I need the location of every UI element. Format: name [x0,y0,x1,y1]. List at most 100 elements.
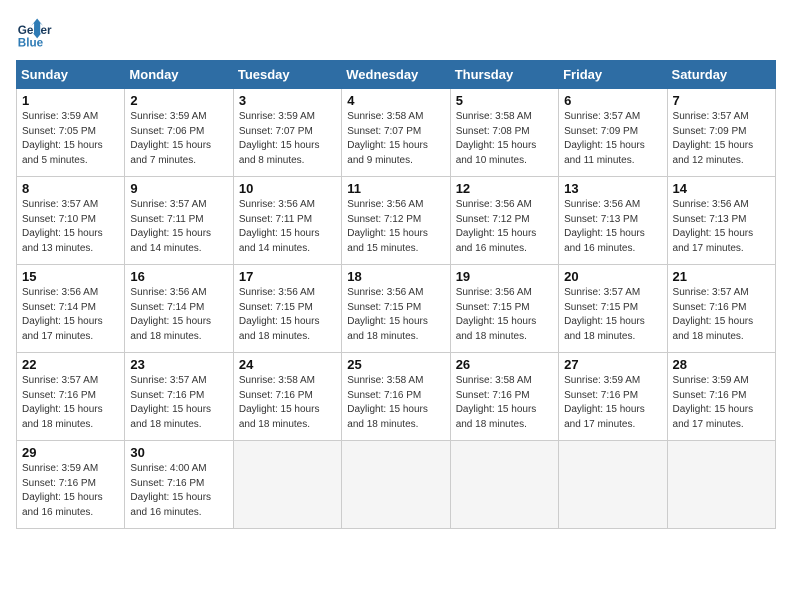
calendar-cell: 25 Sunrise: 3:58 AM Sunset: 7:16 PM Dayl… [342,353,450,441]
day-info: Sunrise: 3:59 AM Sunset: 7:16 PM Dayligh… [22,462,119,520]
day-info: Sunrise: 3:58 AM Sunset: 7:07 PM Dayligh… [347,110,444,168]
logo-icon: General Blue [16,16,52,52]
day-number: 2 [130,93,227,108]
day-info: Sunrise: 3:56 AM Sunset: 7:14 PM Dayligh… [130,286,227,344]
calendar-cell: 24 Sunrise: 3:58 AM Sunset: 7:16 PM Dayl… [233,353,341,441]
day-info: Sunrise: 3:57 AM Sunset: 7:15 PM Dayligh… [564,286,661,344]
day-number: 16 [130,269,227,284]
day-info: Sunrise: 4:00 AM Sunset: 7:16 PM Dayligh… [130,462,227,520]
day-number: 22 [22,357,119,372]
calendar-cell: 9 Sunrise: 3:57 AM Sunset: 7:11 PM Dayli… [125,177,233,265]
day-number: 21 [673,269,770,284]
day-info: Sunrise: 3:56 AM Sunset: 7:12 PM Dayligh… [347,198,444,256]
day-info: Sunrise: 3:56 AM Sunset: 7:14 PM Dayligh… [22,286,119,344]
day-info: Sunrise: 3:59 AM Sunset: 7:16 PM Dayligh… [673,374,770,432]
day-number: 30 [130,445,227,460]
day-info: Sunrise: 3:57 AM Sunset: 7:10 PM Dayligh… [22,198,119,256]
day-number: 27 [564,357,661,372]
day-info: Sunrise: 3:58 AM Sunset: 7:16 PM Dayligh… [239,374,336,432]
day-number: 10 [239,181,336,196]
calendar-cell: 5 Sunrise: 3:58 AM Sunset: 7:08 PM Dayli… [450,89,558,177]
day-number: 11 [347,181,444,196]
calendar-cell: 22 Sunrise: 3:57 AM Sunset: 7:16 PM Dayl… [17,353,125,441]
day-info: Sunrise: 3:59 AM Sunset: 7:07 PM Dayligh… [239,110,336,168]
day-info: Sunrise: 3:57 AM Sunset: 7:09 PM Dayligh… [564,110,661,168]
day-number: 25 [347,357,444,372]
day-number: 18 [347,269,444,284]
calendar-cell: 6 Sunrise: 3:57 AM Sunset: 7:09 PM Dayli… [559,89,667,177]
calendar-header-thursday: Thursday [450,61,558,89]
day-info: Sunrise: 3:58 AM Sunset: 7:16 PM Dayligh… [456,374,553,432]
calendar-cell: 17 Sunrise: 3:56 AM Sunset: 7:15 PM Dayl… [233,265,341,353]
day-info: Sunrise: 3:59 AM Sunset: 7:16 PM Dayligh… [564,374,661,432]
calendar-week-3: 15 Sunrise: 3:56 AM Sunset: 7:14 PM Dayl… [17,265,776,353]
calendar-cell: 15 Sunrise: 3:56 AM Sunset: 7:14 PM Dayl… [17,265,125,353]
day-number: 7 [673,93,770,108]
calendar-week-5: 29 Sunrise: 3:59 AM Sunset: 7:16 PM Dayl… [17,441,776,529]
calendar-cell: 13 Sunrise: 3:56 AM Sunset: 7:13 PM Dayl… [559,177,667,265]
day-number: 3 [239,93,336,108]
day-number: 15 [22,269,119,284]
day-info: Sunrise: 3:56 AM Sunset: 7:13 PM Dayligh… [673,198,770,256]
calendar-table: SundayMondayTuesdayWednesdayThursdayFrid… [16,60,776,529]
calendar-cell: 12 Sunrise: 3:56 AM Sunset: 7:12 PM Dayl… [450,177,558,265]
day-info: Sunrise: 3:57 AM Sunset: 7:09 PM Dayligh… [673,110,770,168]
calendar-cell: 23 Sunrise: 3:57 AM Sunset: 7:16 PM Dayl… [125,353,233,441]
calendar-cell [450,441,558,529]
calendar-cell: 28 Sunrise: 3:59 AM Sunset: 7:16 PM Dayl… [667,353,775,441]
calendar-cell: 8 Sunrise: 3:57 AM Sunset: 7:10 PM Dayli… [17,177,125,265]
day-number: 6 [564,93,661,108]
calendar-cell: 29 Sunrise: 3:59 AM Sunset: 7:16 PM Dayl… [17,441,125,529]
day-number: 14 [673,181,770,196]
day-info: Sunrise: 3:59 AM Sunset: 7:06 PM Dayligh… [130,110,227,168]
day-number: 19 [456,269,553,284]
day-number: 29 [22,445,119,460]
day-number: 1 [22,93,119,108]
calendar-cell: 20 Sunrise: 3:57 AM Sunset: 7:15 PM Dayl… [559,265,667,353]
calendar-cell: 21 Sunrise: 3:57 AM Sunset: 7:16 PM Dayl… [667,265,775,353]
calendar-cell: 19 Sunrise: 3:56 AM Sunset: 7:15 PM Dayl… [450,265,558,353]
calendar-header-sunday: Sunday [17,61,125,89]
day-info: Sunrise: 3:56 AM Sunset: 7:15 PM Dayligh… [456,286,553,344]
day-info: Sunrise: 3:57 AM Sunset: 7:16 PM Dayligh… [673,286,770,344]
calendar-cell: 11 Sunrise: 3:56 AM Sunset: 7:12 PM Dayl… [342,177,450,265]
day-info: Sunrise: 3:58 AM Sunset: 7:16 PM Dayligh… [347,374,444,432]
day-info: Sunrise: 3:56 AM Sunset: 7:12 PM Dayligh… [456,198,553,256]
day-number: 8 [22,181,119,196]
calendar-cell: 4 Sunrise: 3:58 AM Sunset: 7:07 PM Dayli… [342,89,450,177]
day-info: Sunrise: 3:59 AM Sunset: 7:05 PM Dayligh… [22,110,119,168]
day-number: 26 [456,357,553,372]
calendar-cell: 1 Sunrise: 3:59 AM Sunset: 7:05 PM Dayli… [17,89,125,177]
day-number: 17 [239,269,336,284]
calendar-cell: 27 Sunrise: 3:59 AM Sunset: 7:16 PM Dayl… [559,353,667,441]
header: General Blue [16,16,776,52]
day-number: 23 [130,357,227,372]
calendar-cell [559,441,667,529]
day-number: 12 [456,181,553,196]
calendar-week-1: 1 Sunrise: 3:59 AM Sunset: 7:05 PM Dayli… [17,89,776,177]
logo: General Blue [16,16,58,52]
calendar-cell [342,441,450,529]
day-number: 28 [673,357,770,372]
day-number: 5 [456,93,553,108]
day-number: 13 [564,181,661,196]
calendar-cell: 3 Sunrise: 3:59 AM Sunset: 7:07 PM Dayli… [233,89,341,177]
calendar-cell: 18 Sunrise: 3:56 AM Sunset: 7:15 PM Dayl… [342,265,450,353]
calendar-header-saturday: Saturday [667,61,775,89]
calendar-cell: 10 Sunrise: 3:56 AM Sunset: 7:11 PM Dayl… [233,177,341,265]
calendar-week-2: 8 Sunrise: 3:57 AM Sunset: 7:10 PM Dayli… [17,177,776,265]
day-info: Sunrise: 3:57 AM Sunset: 7:11 PM Dayligh… [130,198,227,256]
day-info: Sunrise: 3:56 AM Sunset: 7:15 PM Dayligh… [347,286,444,344]
day-info: Sunrise: 3:56 AM Sunset: 7:15 PM Dayligh… [239,286,336,344]
day-info: Sunrise: 3:57 AM Sunset: 7:16 PM Dayligh… [22,374,119,432]
calendar-cell: 2 Sunrise: 3:59 AM Sunset: 7:06 PM Dayli… [125,89,233,177]
calendar-body: 1 Sunrise: 3:59 AM Sunset: 7:05 PM Dayli… [17,89,776,529]
calendar-header-friday: Friday [559,61,667,89]
svg-text:Blue: Blue [18,37,44,50]
calendar-header-monday: Monday [125,61,233,89]
calendar-header-wednesday: Wednesday [342,61,450,89]
calendar-header-row: SundayMondayTuesdayWednesdayThursdayFrid… [17,61,776,89]
calendar-cell: 30 Sunrise: 4:00 AM Sunset: 7:16 PM Dayl… [125,441,233,529]
day-info: Sunrise: 3:57 AM Sunset: 7:16 PM Dayligh… [130,374,227,432]
calendar-cell [667,441,775,529]
